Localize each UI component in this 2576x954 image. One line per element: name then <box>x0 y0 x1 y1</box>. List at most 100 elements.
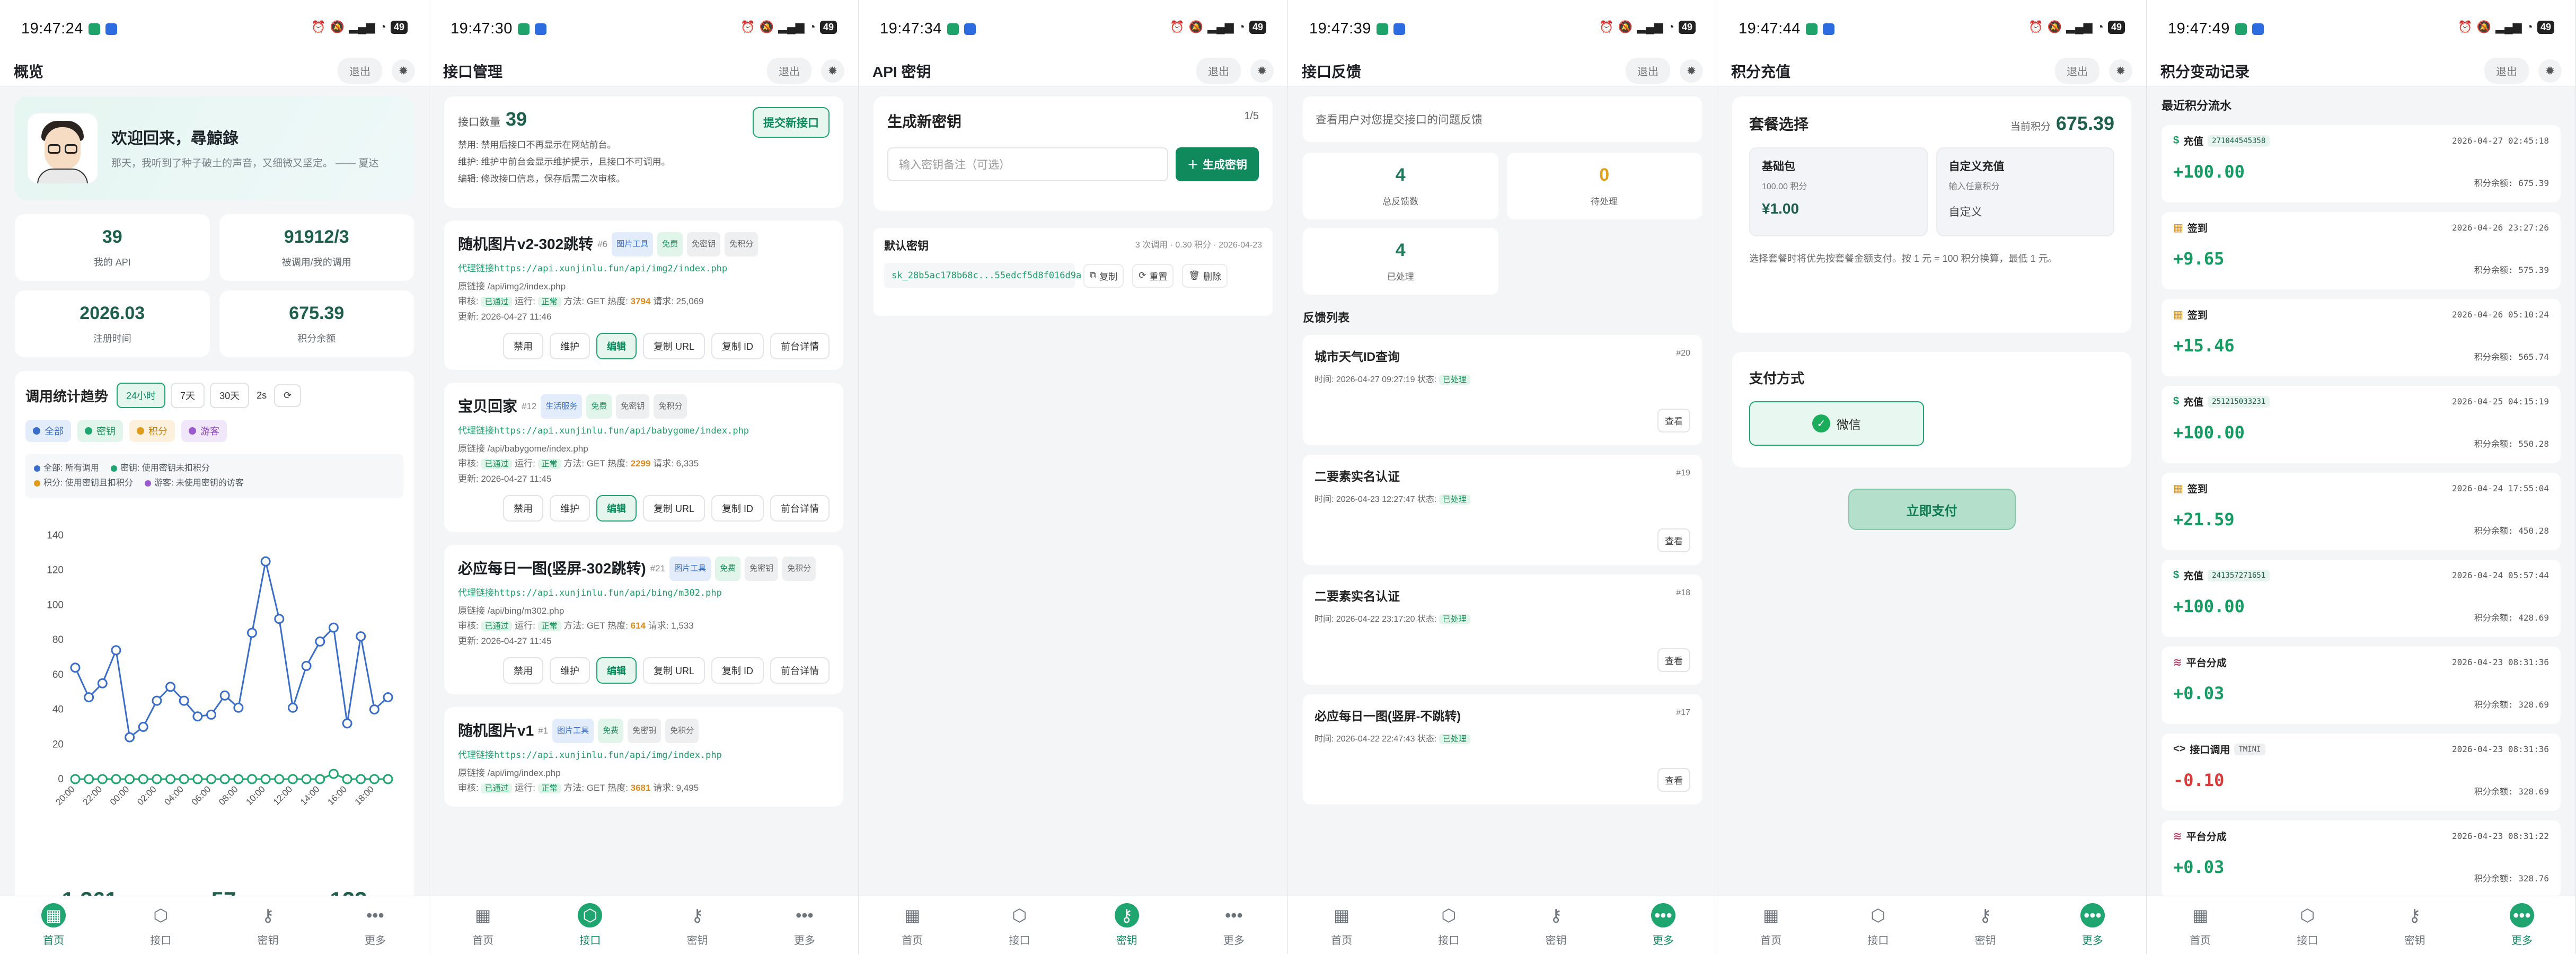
data-point[interactable] <box>315 636 325 647</box>
settings-icon[interactable]: ✹ <box>392 59 415 83</box>
logout-button[interactable]: 退出 <box>1626 58 1670 84</box>
range-30d[interactable]: 30天 <box>210 383 250 408</box>
nav-home[interactable]: ▦ 首页 <box>880 903 944 947</box>
nav-keys[interactable]: ⚷ 密钥 <box>2383 903 2447 947</box>
nav-more[interactable]: ••• 更多 <box>343 903 407 947</box>
data-point[interactable] <box>342 718 352 729</box>
data-point[interactable] <box>165 682 176 692</box>
nav-more[interactable]: ••• 更多 <box>1202 903 1266 947</box>
data-point[interactable] <box>206 709 217 720</box>
data-point[interactable] <box>125 732 135 743</box>
nav-interfaces[interactable]: ⬡ 接口 <box>1846 903 1910 947</box>
data-point[interactable] <box>97 774 108 784</box>
nav-interfaces[interactable]: ⬡ 接口 <box>987 903 1051 947</box>
nav-home[interactable]: ▦ 首页 <box>1310 903 1373 947</box>
action-button-3[interactable]: 复制 URL <box>642 333 705 359</box>
data-point[interactable] <box>70 662 81 673</box>
nav-interfaces[interactable]: ⬡ 接口 <box>2275 903 2339 947</box>
nav-home[interactable]: ▦ 首页 <box>451 903 515 947</box>
data-point[interactable] <box>84 692 94 703</box>
data-point[interactable] <box>233 774 244 784</box>
data-point[interactable] <box>192 774 203 784</box>
data-point[interactable] <box>260 556 271 567</box>
settings-icon[interactable]: ✹ <box>2538 59 2562 83</box>
data-point[interactable] <box>383 692 393 703</box>
range-7d[interactable]: 7天 <box>171 383 205 408</box>
data-point[interactable] <box>138 721 148 732</box>
action-button-1[interactable]: 维护 <box>549 333 590 359</box>
filter-points[interactable]: 积分 <box>129 420 175 442</box>
delete-key-button[interactable]: 🗑 删除 <box>1182 263 1228 288</box>
logout-button[interactable]: 退出 <box>2484 58 2529 84</box>
data-point[interactable] <box>328 768 339 779</box>
action-button-4[interactable]: 复制 ID <box>711 495 764 522</box>
nav-keys[interactable]: ⚷ 密钥 <box>236 903 300 947</box>
submit-interface-button[interactable]: 提交新接口 <box>753 107 830 138</box>
settings-icon[interactable]: ✹ <box>821 59 844 83</box>
reset-key-button[interactable]: ⟳ 重置 <box>1132 263 1174 288</box>
data-point[interactable] <box>111 774 121 784</box>
range-24h[interactable]: 24小时 <box>117 383 166 408</box>
action-button-2[interactable]: 编辑 <box>596 495 637 522</box>
logout-button[interactable]: 退出 <box>2055 58 2099 84</box>
data-point[interactable] <box>165 774 176 784</box>
nav-interfaces[interactable]: ⬡ 接口 <box>1417 903 1480 947</box>
data-point[interactable] <box>287 774 298 784</box>
data-point[interactable] <box>219 690 230 701</box>
logout-button[interactable]: 退出 <box>338 58 382 84</box>
action-button-1[interactable]: 维护 <box>549 657 590 684</box>
refresh-interval[interactable]: 2s <box>254 385 269 406</box>
action-button-5[interactable]: 前台详情 <box>770 657 830 684</box>
generate-key-button[interactable]: ＋生成密钥 <box>1176 147 1259 181</box>
view-feedback-button[interactable]: 查看 <box>1657 768 1690 792</box>
action-button-0[interactable]: 禁用 <box>502 333 543 359</box>
action-button-3[interactable]: 复制 URL <box>642 657 705 684</box>
data-point[interactable] <box>246 628 257 638</box>
filter-key[interactable]: 密钥 <box>77 420 123 442</box>
data-point[interactable] <box>219 774 230 784</box>
data-point[interactable] <box>356 631 366 642</box>
data-point[interactable] <box>246 774 257 784</box>
action-button-0[interactable]: 禁用 <box>502 657 543 684</box>
view-feedback-button[interactable]: 查看 <box>1657 528 1690 552</box>
pay-now-button[interactable]: 立即支付 <box>1848 489 2016 530</box>
proxy-link[interactable]: 代理链接https://api.xunjinlu.fun/api/babygom… <box>458 423 830 436</box>
data-point[interactable] <box>369 704 380 715</box>
data-point[interactable] <box>356 774 366 784</box>
nav-keys[interactable]: ⚷ 密钥 <box>1954 903 2017 947</box>
data-point[interactable] <box>383 774 393 784</box>
action-button-2[interactable]: 编辑 <box>596 657 637 684</box>
settings-icon[interactable]: ✹ <box>1680 59 1703 83</box>
nav-home[interactable]: ▦ 首页 <box>2168 903 2232 947</box>
data-point[interactable] <box>138 774 148 784</box>
nav-keys[interactable]: ⚷ 密钥 <box>1524 903 1588 947</box>
data-point[interactable] <box>301 774 312 784</box>
data-point[interactable] <box>84 774 94 784</box>
data-point[interactable] <box>179 774 189 784</box>
logout-button[interactable]: 退出 <box>1196 58 1241 84</box>
data-point[interactable] <box>111 645 121 656</box>
copy-key-button[interactable]: ⧉ 复制 <box>1083 263 1124 288</box>
data-point[interactable] <box>97 678 108 688</box>
action-button-2[interactable]: 编辑 <box>596 333 637 359</box>
nav-home[interactable]: ▦ 首页 <box>1739 903 1803 947</box>
package-basic[interactable]: 基础包 100.00 积分 ¥1.00 <box>1749 147 1928 236</box>
data-point[interactable] <box>192 711 203 722</box>
wechat-pay-option[interactable]: ✓ 微信 <box>1749 401 1924 446</box>
nav-more[interactable]: ••• 更多 <box>2490 903 2554 947</box>
action-button-1[interactable]: 维护 <box>549 495 590 522</box>
nav-keys[interactable]: ⚷ 密钥 <box>1095 903 1159 947</box>
nav-more[interactable]: ••• 更多 <box>1631 903 1695 947</box>
data-point[interactable] <box>274 614 285 624</box>
key-remark-input[interactable]: 输入密钥备注（可选） <box>887 147 1168 181</box>
data-point[interactable] <box>152 774 162 784</box>
data-point[interactable] <box>315 774 325 784</box>
proxy-link[interactable]: 代理链接https://api.xunjinlu.fun/api/img2/in… <box>458 261 830 274</box>
view-feedback-button[interactable]: 查看 <box>1657 409 1690 432</box>
data-point[interactable] <box>274 774 285 784</box>
nav-keys[interactable]: ⚷ 密钥 <box>666 903 729 947</box>
data-point[interactable] <box>70 774 81 784</box>
filter-all[interactable]: 全部 <box>25 420 71 442</box>
data-point[interactable] <box>152 695 162 706</box>
action-button-4[interactable]: 复制 ID <box>711 657 764 684</box>
